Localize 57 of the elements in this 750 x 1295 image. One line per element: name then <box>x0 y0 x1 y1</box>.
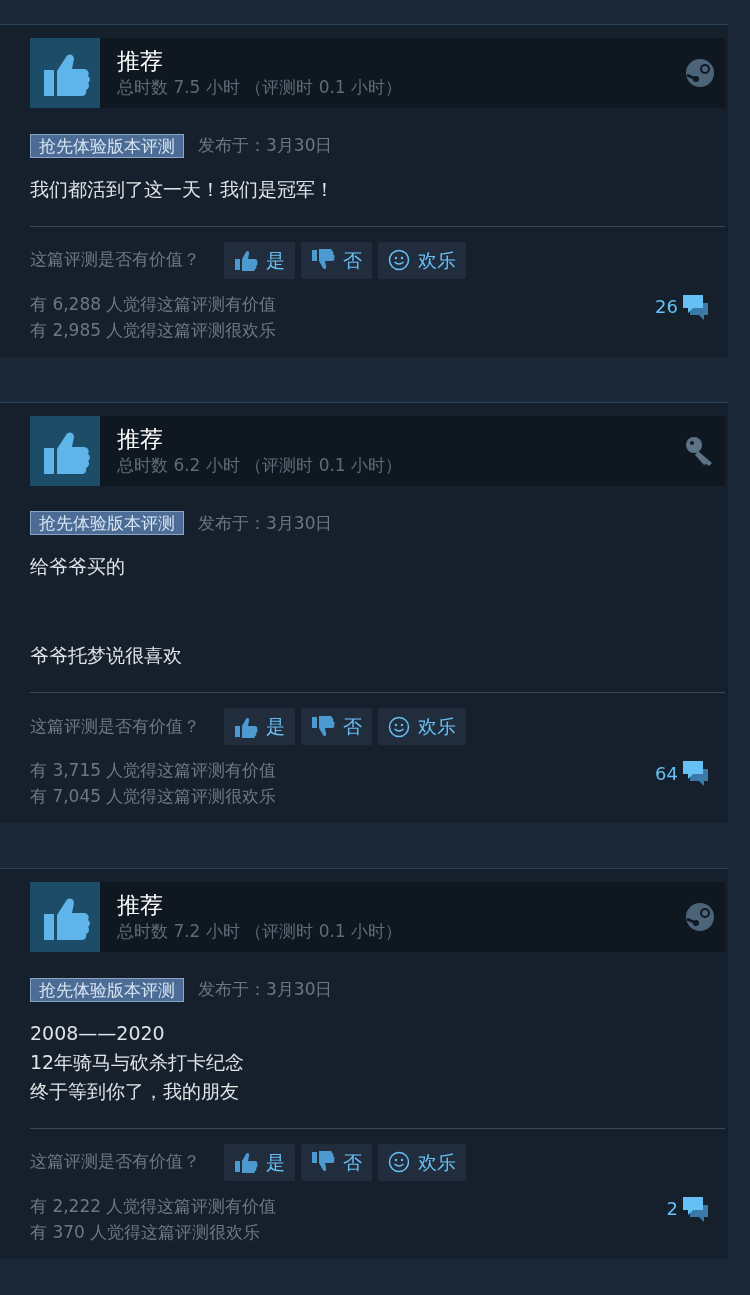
steam-logo-icon <box>685 58 715 88</box>
vote-button[interactable]: 欢乐 <box>378 1143 466 1181</box>
verdict-title: 推荐 <box>117 47 164 75</box>
thumbs-down-icon <box>311 715 335 738</box>
vote-count-text: 有 3,715 人觉得这篇评测有价值 <box>30 759 277 782</box>
vote-button[interactable]: 否 <box>301 241 372 279</box>
posted-date: 发布于：3月30日 <box>198 134 333 157</box>
key-icon <box>685 435 715 466</box>
vote-count-text: 有 7,045 人觉得这篇评测很欢乐 <box>30 785 277 808</box>
review-text: 给爷爷买的 <box>30 554 126 579</box>
vote-button[interactable]: 是 <box>224 241 295 279</box>
thumbs-up-icon <box>30 882 100 952</box>
comment-icon <box>682 1194 710 1223</box>
playtime-text: 总时数 7.5 小时 （评测时 0.1 小时） <box>117 76 404 99</box>
thumbs-up-icon <box>30 38 100 108</box>
thumbs-down-icon <box>311 249 335 271</box>
review-text: 终于等到你了，我的朋友 <box>30 1078 240 1104</box>
verdict-title: 推荐 <box>117 891 164 919</box>
vote-button[interactable]: 欢乐 <box>378 708 466 745</box>
helpful-prompt: 这篇评测是否有价值？ <box>30 248 200 272</box>
comment-count: 26 <box>655 295 678 319</box>
playtime-text: 总时数 7.2 小时 （评测时 0.1 小时） <box>117 920 404 943</box>
thumbs-up-icon <box>234 715 258 738</box>
vote-count-text: 有 2,985 人觉得这篇评测很欢乐 <box>30 318 277 342</box>
vote-button[interactable]: 是 <box>224 1143 295 1181</box>
comment-icon <box>682 292 710 321</box>
verdict-title: 推荐 <box>117 424 164 453</box>
thumbs-up-icon <box>234 1151 258 1173</box>
smiley-icon <box>388 715 410 738</box>
smiley-icon <box>388 249 410 271</box>
comment-count: 2 <box>666 1197 678 1221</box>
vote-button[interactable]: 否 <box>301 1143 372 1181</box>
vote-count-text: 有 2,222 人觉得这篇评测有价值 <box>30 1194 277 1218</box>
playtime-text: 总时数 6.2 小时 （评测时 0.1 小时） <box>117 453 404 477</box>
helpful-prompt: 这篇评测是否有价值？ <box>30 714 200 738</box>
comment-icon <box>682 759 710 787</box>
thumbs-up-icon <box>234 249 258 271</box>
vote-button[interactable]: 欢乐 <box>378 241 466 279</box>
helpful-prompt: 这篇评测是否有价值？ <box>30 1150 200 1174</box>
thumbs-down-icon <box>311 1151 335 1173</box>
comment-count: 64 <box>655 761 678 786</box>
vote-button[interactable]: 是 <box>224 708 295 745</box>
early-access-tag: 抢先体验版本评测 <box>30 133 184 158</box>
steam-logo-icon <box>685 902 715 932</box>
vote-count-text: 有 370 人觉得这篇评测很欢乐 <box>30 1220 262 1244</box>
review-text: 爷爷托梦说很喜欢 <box>30 643 183 668</box>
thumbs-up-icon <box>30 415 100 486</box>
early-access-tag: 抢先体验版本评测 <box>30 511 184 536</box>
vote-button[interactable]: 否 <box>301 708 372 745</box>
vote-count-text: 有 6,288 人觉得这篇评测有价值 <box>30 292 277 316</box>
smiley-icon <box>388 1151 410 1173</box>
early-access-tag: 抢先体验版本评测 <box>30 977 184 1002</box>
review-text: 我们都活到了这一天！我们是冠军！ <box>30 176 335 202</box>
review-text: 12年骑马与砍杀打卡纪念 <box>30 1049 246 1075</box>
posted-date: 发布于：3月30日 <box>198 511 333 535</box>
review-text: 2008——2020 <box>30 1020 166 1046</box>
posted-date: 发布于：3月30日 <box>198 978 333 1001</box>
